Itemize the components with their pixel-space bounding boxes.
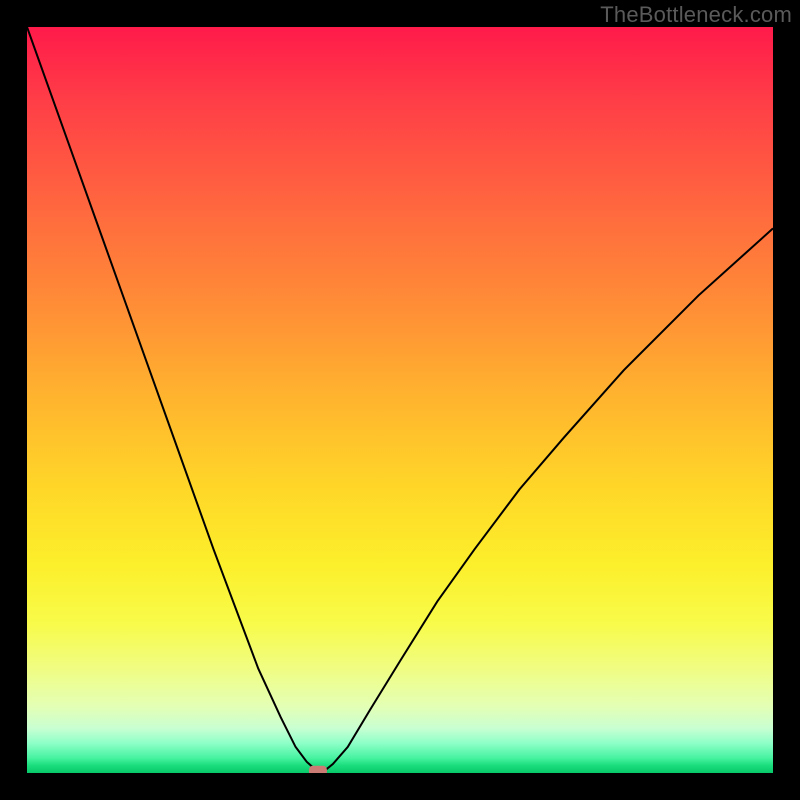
watermark-text: TheBottleneck.com	[600, 2, 792, 28]
plot-area	[27, 27, 773, 773]
curve-layer	[27, 27, 773, 773]
min-marker	[309, 766, 327, 773]
bottleneck-curve	[27, 27, 773, 771]
chart-frame: TheBottleneck.com	[0, 0, 800, 800]
